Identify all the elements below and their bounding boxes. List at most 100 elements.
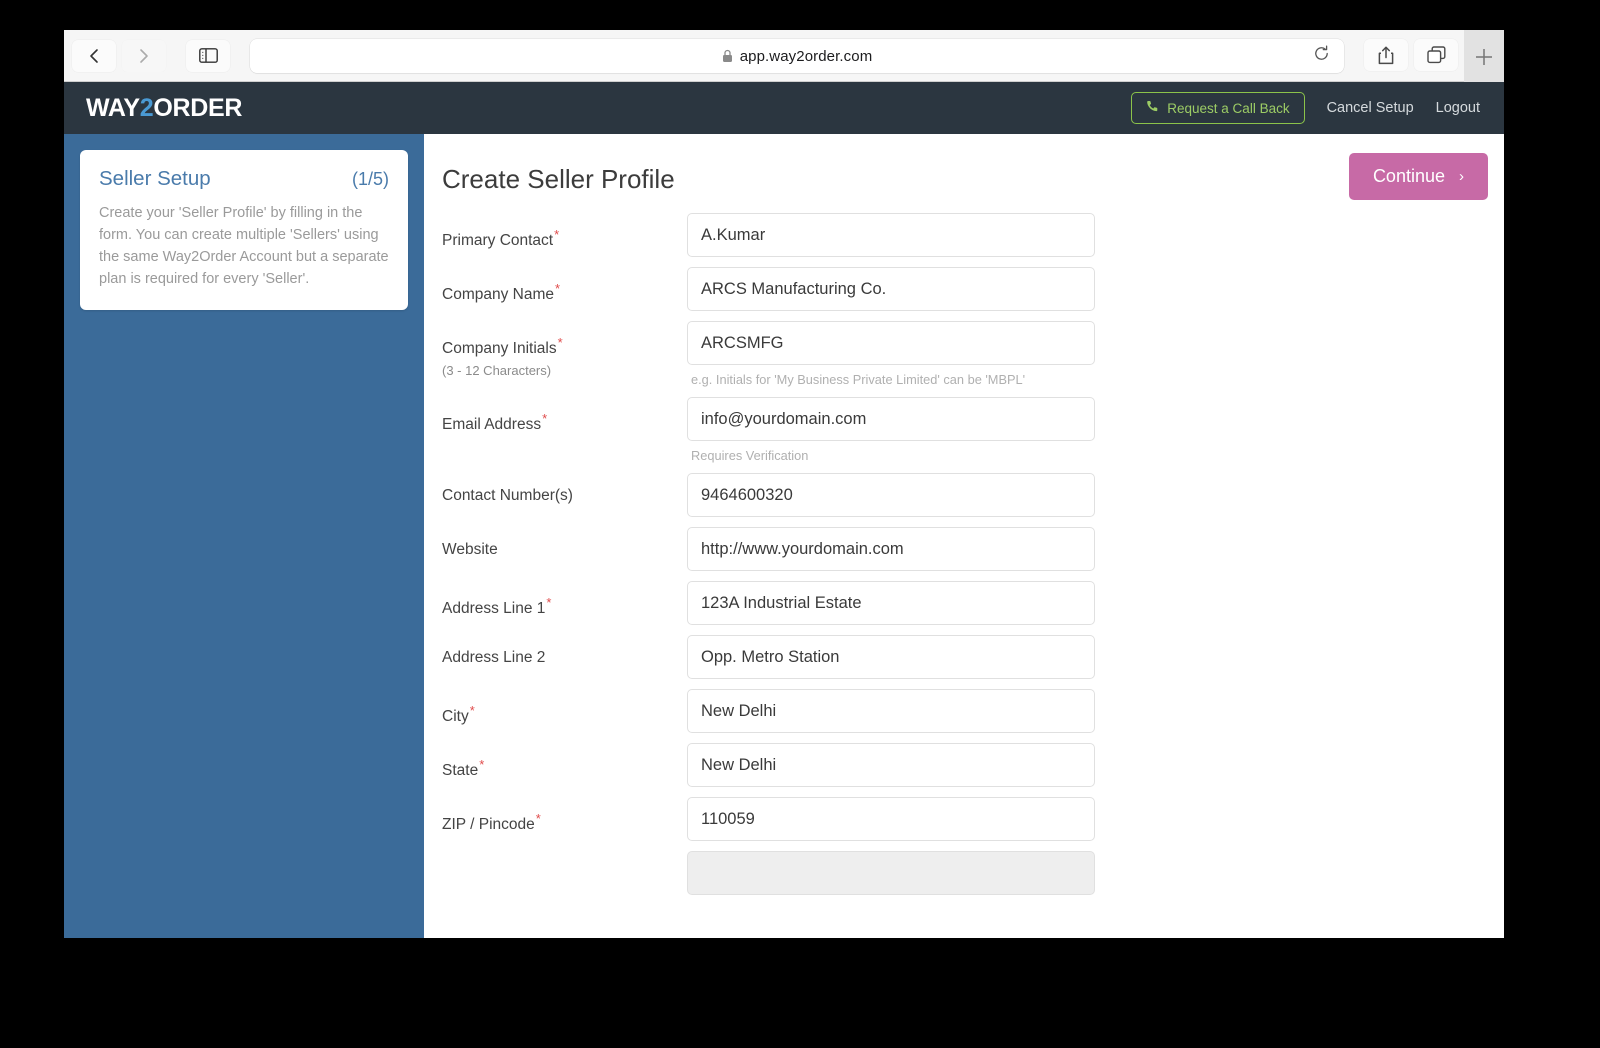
field-label-text: Address Line 2 <box>442 649 546 666</box>
field-row-city: City* <box>442 689 1504 733</box>
reload-button[interactable] <box>1310 45 1332 67</box>
field-row-next-partial <box>442 851 1504 895</box>
field-label-text: Website <box>442 541 498 558</box>
field-label-address-line-1: Address Line 1* <box>442 595 687 618</box>
next-field-input-partial[interactable] <box>687 851 1095 895</box>
browser-actions <box>1358 39 1458 71</box>
required-asterisk-icon: * <box>554 227 560 242</box>
tabs-overview-icon <box>1426 46 1446 64</box>
back-button[interactable] <box>72 39 116 72</box>
field-label-email-address: Email Address* <box>442 411 687 434</box>
sidebar-toggle-button[interactable] <box>186 39 230 72</box>
share-button[interactable] <box>1364 39 1408 71</box>
company-initials-input[interactable] <box>687 321 1095 365</box>
seller-setup-card-header: Seller Setup (1/5) <box>99 167 389 191</box>
field-label-col-zip-pincode: ZIP / Pincode* <box>442 797 687 834</box>
field-input-col-company-name <box>687 267 1095 311</box>
seller-profile-form: Primary Contact*Company Name*Company Ini… <box>424 213 1504 895</box>
field-label-col-address-line-2: Address Line 2 <box>442 635 687 667</box>
field-label-col-state: State* <box>442 743 687 780</box>
field-row-company-initials: Company Initials* (3 - 12 Characters) e.g.… <box>442 321 1504 387</box>
field-input-col-website <box>687 527 1095 571</box>
lock-icon <box>722 49 733 63</box>
state-input[interactable] <box>687 743 1095 787</box>
header-nav: Request a Call Back Cancel Setup Logout <box>1131 92 1480 124</box>
field-row-company-name: Company Name* <box>442 267 1504 311</box>
app-header: WAY2ORDER Request a Call Back Cancel Set… <box>64 82 1504 134</box>
field-label-text: Company Name <box>442 286 554 304</box>
field-input-col-email-address: Requires Verification <box>687 397 1095 463</box>
app-body: Seller Setup (1/5) Create your 'Seller P… <box>64 134 1504 938</box>
address-line-1-input[interactable] <box>687 581 1095 625</box>
chevron-left-icon <box>87 48 101 64</box>
field-sublabel-company-initials: (3 - 12 Characters) <box>442 363 552 379</box>
field-label-text: City <box>442 708 469 726</box>
field-input-col-contact-number <box>687 473 1095 517</box>
share-icon <box>1378 46 1394 65</box>
field-label-col-primary-contact: Primary Contact* <box>442 213 687 250</box>
cancel-setup-link[interactable]: Cancel Setup <box>1327 100 1414 116</box>
address-line-2-input[interactable] <box>687 635 1095 679</box>
zip-pincode-input[interactable] <box>687 797 1095 841</box>
field-label-contact-number: Contact Number(s) <box>442 487 687 505</box>
continue-button[interactable]: Continue › <box>1348 153 1488 200</box>
field-row-email-address: Email Address* Requires Verification <box>442 397 1504 463</box>
required-asterisk-icon: * <box>555 281 561 296</box>
primary-contact-input[interactable] <box>687 213 1095 257</box>
field-row-website: Website <box>442 527 1504 571</box>
required-asterisk-icon: * <box>542 411 548 426</box>
main-content: Create Seller Profile Continue › Primary… <box>424 134 1504 938</box>
chevron-right-icon <box>137 48 151 64</box>
field-label-text: Address Line 1 <box>442 600 546 618</box>
field-input-col-address-line-1 <box>687 581 1095 625</box>
address-bar[interactable]: app.way2order.com <box>250 39 1344 73</box>
field-input-col-zip-pincode <box>687 797 1095 841</box>
seller-setup-title: Seller Setup <box>99 167 211 190</box>
reload-icon <box>1313 45 1330 67</box>
tabs-overview-button[interactable] <box>1414 39 1458 71</box>
forward-button[interactable] <box>122 39 166 72</box>
field-label-col-address-line-1: Address Line 1* <box>442 581 687 618</box>
continue-label: Continue <box>1372 166 1445 186</box>
field-label-primary-contact: Primary Contact* <box>442 227 687 250</box>
brand-logo[interactable]: WAY2ORDER <box>86 94 242 123</box>
website-input[interactable] <box>687 527 1095 571</box>
field-input-col-state <box>687 743 1095 787</box>
url-text: app.way2order.com <box>739 47 873 65</box>
logo-number: 2 <box>139 93 154 122</box>
field-label-zip-pincode: ZIP / Pincode* <box>442 811 687 834</box>
browser-toolbar: app.way2order.com <box>64 30 1504 88</box>
email-address-input[interactable] <box>687 397 1095 441</box>
city-input[interactable] <box>687 689 1095 733</box>
browser-window: app.way2order.com WAY2ORDER Request a Ca… <box>64 30 1504 938</box>
field-label-text: Company Initials <box>442 340 557 358</box>
required-asterisk-icon: * <box>546 595 552 610</box>
field-label-text: Email Address <box>442 416 542 434</box>
field-input-col-primary-contact <box>687 213 1095 257</box>
logout-link[interactable]: Logout <box>1436 100 1480 116</box>
contact-number-input[interactable] <box>687 473 1095 517</box>
field-label-col-company-name: Company Name* <box>442 267 687 304</box>
field-hint-company-initials: e.g. Initials for 'My Business Private L… <box>691 372 1026 387</box>
required-asterisk-icon: * <box>479 757 485 772</box>
field-label-text: ZIP / Pincode <box>442 816 535 834</box>
field-label-col-city: City* <box>442 689 687 726</box>
required-asterisk-icon: * <box>469 703 475 718</box>
field-label-col-contact-number: Contact Number(s) <box>442 473 687 505</box>
request-call-back-label: Request a Call Back <box>1167 100 1290 116</box>
field-label-text: Contact Number(s) <box>442 487 573 504</box>
field-label-company-initials: Company Initials* <box>442 335 687 358</box>
field-label-col-website: Website <box>442 527 687 559</box>
request-call-back-button[interactable]: Request a Call Back <box>1131 92 1305 124</box>
plus-icon <box>1474 47 1494 72</box>
field-label-city: City* <box>442 703 687 726</box>
company-name-input[interactable] <box>687 267 1095 311</box>
field-label-state: State* <box>442 757 687 780</box>
field-row-primary-contact: Primary Contact* <box>442 213 1504 257</box>
sidebar-toggle-icon <box>198 48 218 63</box>
new-tab-button[interactable] <box>1464 30 1504 88</box>
seller-setup-card: Seller Setup (1/5) Create your 'Seller P… <box>80 150 408 311</box>
field-label-text: Primary Contact <box>442 232 554 250</box>
logo-prefix: WAY <box>86 93 140 122</box>
field-row-address-line-1: Address Line 1* <box>442 581 1504 625</box>
